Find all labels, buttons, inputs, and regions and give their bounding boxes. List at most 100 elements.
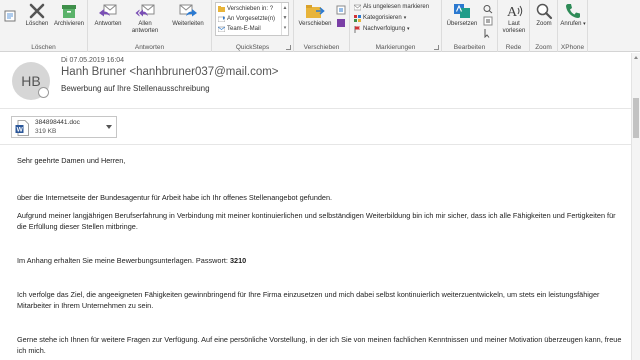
read-aloud-icon: A (507, 5, 523, 20)
manager-icon (218, 16, 225, 22)
forward-button[interactable]: Weiterleiten (166, 2, 210, 28)
header-divider (0, 108, 640, 109)
ribbon-group-tags: Als ungelesen markieren Kategorisieren ▾… (350, 0, 442, 52)
forward-button-label: Weiterleiten (172, 21, 204, 27)
scroll-thumb[interactable] (633, 98, 639, 138)
archive-button-label: Archivieren (53, 21, 84, 27)
body-paragraph-3-text: Im Anhang erhalten Sie meine Bewerbungsu… (17, 256, 230, 265)
zoom-button-label: Zoom (536, 21, 552, 27)
ribbon-group-move: Verschieben Verschieben (294, 0, 350, 52)
delete-button-label: Löschen (25, 21, 49, 27)
message-date: Di 07.05.2019 16:04 (61, 57, 125, 64)
attachment-size: 319 KB (35, 128, 57, 135)
svg-text:A: A (507, 5, 518, 20)
new-items-icon[interactable] (3, 9, 17, 23)
forward-icon (179, 4, 197, 17)
body-greeting: Sehr geehrte Damen und Herren, (17, 156, 126, 165)
follow-up-button[interactable]: Nachverfolgung ▾ (354, 25, 410, 34)
delete-x-icon (29, 3, 45, 19)
zoom-button[interactable]: Zoom (530, 2, 558, 28)
body-paragraph-2: Aufgrund meiner langjährigen Berufserfah… (17, 211, 616, 231)
read-aloud-button[interactable]: A Laut vorlesen (498, 2, 530, 35)
quicksteps-group-label: QuickSteps (235, 44, 270, 51)
rules-icon[interactable] (336, 5, 346, 15)
quicksteps-gallery: Verschieben in: ? An Vorgesetzte(n) Team… (215, 2, 289, 36)
team-mail-icon (218, 26, 225, 32)
quickstep-to-manager[interactable]: An Vorgesetzte(n) (218, 14, 275, 24)
svg-text:W: W (17, 127, 24, 134)
word-document-icon: W (15, 120, 29, 136)
flag-icon (354, 26, 360, 33)
move-folder-icon (306, 5, 325, 18)
body-paragraph-3: Im Anhang erhalten Sie meine Bewerbungsu… (17, 256, 625, 267)
scroll-up-arrow[interactable] (634, 56, 638, 59)
categorize-button[interactable]: Kategorisieren ▾ (354, 14, 406, 23)
quickstep-move-label: Verschieben in: ? (227, 6, 274, 12)
phone-icon (566, 4, 580, 18)
translate-button-label: Übersetzen (446, 21, 478, 27)
attachment-card[interactable]: W 384898441.doc 319 KB (11, 116, 117, 138)
attachment-menu-caret[interactable] (106, 125, 112, 129)
tags-group-label: Markierungen (375, 44, 416, 51)
attachment-divider (0, 144, 640, 145)
call-button[interactable]: Anrufen ▾ (558, 2, 588, 28)
edit-group-label: Bearbeiten (453, 44, 486, 51)
delete-group-label: Löschen (31, 44, 56, 51)
ribbon-group-edit: Übersetzen Bearbeiten (442, 0, 498, 52)
folder-move-icon (218, 6, 225, 12)
presence-status-icon (38, 87, 49, 98)
reply-all-label-line1: Allen (138, 21, 152, 27)
related-icon[interactable] (482, 16, 494, 26)
follow-up-label: Nachverfolgung (363, 26, 406, 32)
vertical-scrollbar[interactable] (631, 53, 640, 360)
archive-button[interactable]: Archivieren (52, 2, 86, 28)
read-aloud-label-line2: vorlesen (502, 28, 526, 34)
body-paragraph-5: Gerne stehe ich Ihnen für weitere Fragen… (17, 335, 622, 355)
reply-all-label-line2: antworten (131, 28, 159, 34)
reply-all-icon (135, 4, 155, 17)
ribbon: Löschen Archivieren Löschen Antworten Al… (0, 0, 640, 52)
magnifier-icon (536, 3, 553, 20)
attachment-name: 384898441.doc (35, 119, 80, 126)
zoom-group-label: Zoom (535, 44, 552, 51)
envelope-unread-icon (354, 4, 361, 11)
ribbon-group-delete: Löschen Archivieren Löschen (0, 0, 88, 52)
quickstep-manager-label: An Vorgesetzte(n) (227, 16, 276, 22)
body-password: 3210 (229, 256, 247, 265)
categorize-label: Kategorisieren (363, 15, 402, 21)
quickstep-team-mail[interactable]: Team-E-Mail (218, 24, 261, 34)
reply-icon (99, 4, 117, 17)
ribbon-group-quicksteps: Verschieben in: ? An Vorgesetzte(n) Team… (212, 0, 294, 52)
move-button[interactable]: Verschieben (295, 2, 335, 28)
read-aloud-label-line1: Laut (508, 21, 520, 27)
quickstep-team-label: Team-E-Mail (227, 26, 261, 32)
delete-button[interactable]: Löschen (22, 2, 52, 28)
reply-button-label: Antworten (94, 21, 122, 27)
move-button-label: Verschieben (298, 21, 332, 27)
translate-button[interactable]: Übersetzen (444, 2, 480, 28)
ribbon-group-phone: Anrufen ▾ XPhone (558, 0, 588, 52)
onenote-icon[interactable] (336, 18, 346, 28)
mark-unread-label: Als ungelesen markieren (363, 4, 430, 10)
body-paragraph-1: über die Internetseite der Bundesagentur… (17, 193, 333, 202)
categorize-icon (354, 15, 361, 22)
message-subject: Bewerbung auf Ihre Stellenausschreibung (61, 84, 210, 93)
ribbon-group-zoom: Zoom Zoom (530, 0, 558, 52)
speech-group-label: Rede (505, 44, 522, 51)
reply-all-button[interactable]: Allen antworten (127, 2, 163, 35)
quickstep-move-to[interactable]: Verschieben in: ? (218, 4, 273, 14)
archive-icon (62, 5, 76, 18)
translate-icon (454, 4, 470, 18)
mark-unread-button[interactable]: Als ungelesen markieren (354, 3, 429, 12)
quicksteps-launcher[interactable] (286, 45, 291, 50)
ribbon-group-speech: A Laut vorlesen Rede (498, 0, 530, 52)
move-group-label: Verschieben (303, 44, 340, 51)
sender-name[interactable]: Hanh Bruner <hanhbruner037@mail.com> (61, 66, 279, 78)
respond-group-label: Antworten (134, 44, 165, 51)
body-paragraph-4: Ich verfolge das Ziel, die angeeigneten … (17, 290, 600, 310)
quicksteps-scroll[interactable]: ▲ ▼ ▾ (281, 3, 288, 35)
reply-button[interactable]: Antworten (90, 2, 126, 28)
select-icon[interactable] (482, 28, 494, 38)
tags-launcher[interactable] (434, 45, 439, 50)
find-icon[interactable] (482, 4, 494, 14)
